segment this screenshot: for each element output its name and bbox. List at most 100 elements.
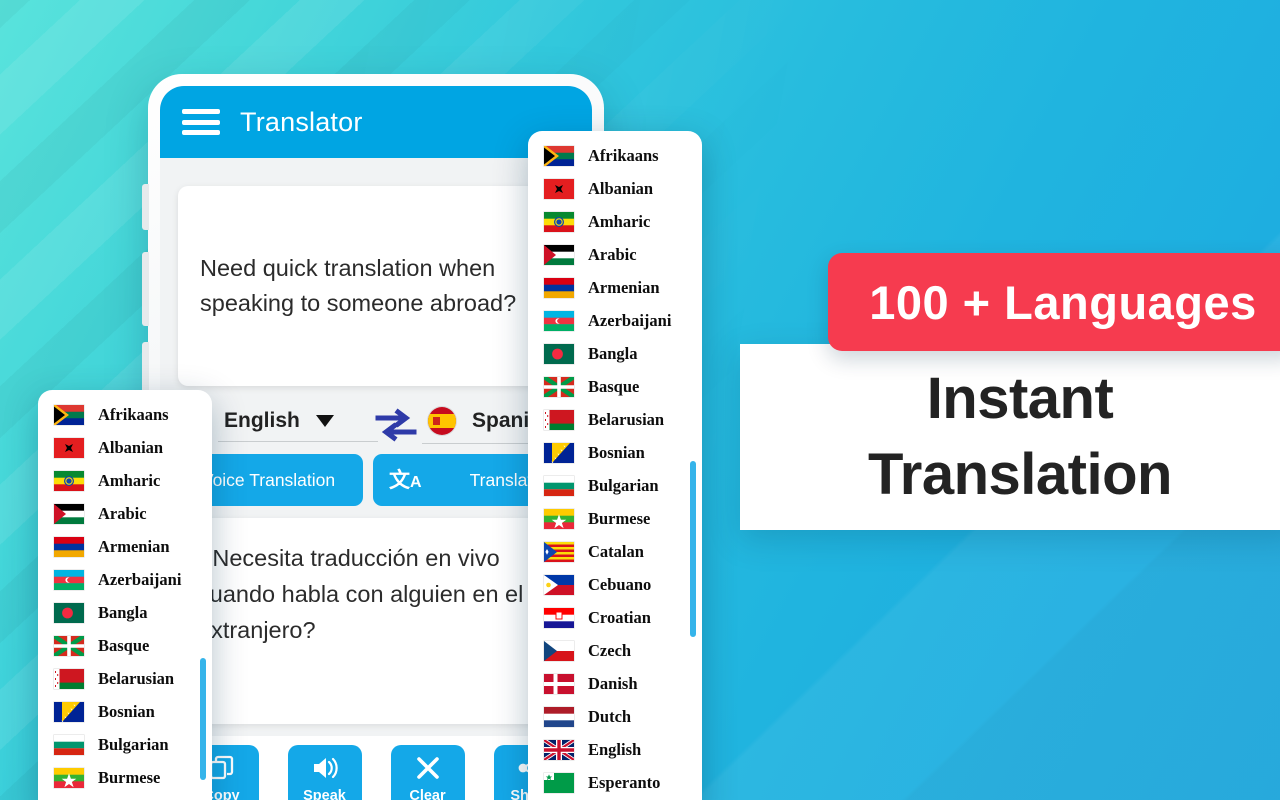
language-list-item[interactable]: Danish	[528, 667, 702, 700]
flag-eo-icon	[544, 772, 574, 793]
language-list-item[interactable]: Belarusian	[528, 403, 702, 436]
flag-mm-icon	[54, 767, 84, 788]
language-list-item[interactable]: Bulgarian	[38, 728, 212, 761]
flag-za-icon	[54, 404, 84, 425]
flag-gb-icon	[544, 739, 574, 760]
language-list-right[interactable]: Afrikaans Albanian Amharic Arabic Armenian Az…	[528, 131, 702, 799]
language-dropdown-right[interactable]: Afrikaans Albanian Amharic Arabic Armenian Az…	[528, 131, 702, 800]
phone-volume-up-button	[142, 252, 149, 326]
flag-spain-icon	[428, 406, 456, 435]
flag-et-icon	[544, 211, 574, 232]
language-list-item[interactable]: Catalan	[528, 535, 702, 568]
language-list-item-label: Amharic	[588, 211, 651, 231]
language-list-item-label: Azerbaijani	[588, 310, 672, 330]
promo-headline-line1: Instant	[926, 366, 1114, 431]
flag-ba-icon	[544, 442, 574, 463]
speak-button[interactable]: Speak	[287, 745, 362, 800]
language-list-item[interactable]: Belarusian	[38, 662, 212, 695]
language-list-item-label: Burmese	[588, 508, 651, 528]
flag-by-icon	[54, 668, 84, 689]
flag-by-icon	[544, 409, 574, 430]
language-list-item[interactable]: Armenian	[38, 530, 212, 563]
language-list-item[interactable]: Esperanto	[528, 766, 702, 799]
flag-ps-icon	[544, 244, 574, 265]
language-list-left[interactable]: Afrikaans Albanian Amharic Arabic Armenian Az…	[38, 390, 212, 794]
language-list-item[interactable]: Burmese	[38, 761, 212, 794]
language-list-item[interactable]: Bulgarian	[528, 469, 702, 502]
language-list-item-label: Arabic	[588, 244, 637, 264]
result-text-card[interactable]: ¿Necesita traducción en vivo cuando habl…	[174, 518, 578, 724]
language-list-item[interactable]: Bangla	[38, 596, 212, 629]
clear-button[interactable]: Clear	[390, 745, 465, 800]
language-dropdown-left[interactable]: Afrikaans Albanian Amharic Arabic Armenian Az…	[38, 390, 212, 800]
language-list-item-label: Arabic	[98, 503, 147, 523]
flag-za-icon	[544, 145, 574, 166]
copy-icon	[209, 755, 235, 781]
flag-al-icon	[544, 178, 574, 199]
source-language-label: English	[224, 408, 300, 432]
language-list-item-label: Afrikaans	[588, 145, 659, 165]
scrollbar-thumb-left[interactable]	[200, 658, 206, 780]
language-list-item[interactable]: Amharic	[38, 464, 212, 497]
language-list-item-label: Bulgarian	[98, 734, 169, 754]
flag-ph-icon	[544, 574, 574, 595]
language-list-item[interactable]: Azerbaijani	[528, 304, 702, 337]
flag-am-icon	[54, 536, 84, 557]
flag-bg-icon	[544, 475, 574, 496]
speak-label: Speak	[303, 787, 346, 800]
hamburger-menu-icon[interactable]	[182, 109, 220, 135]
language-list-item[interactable]: Armenian	[528, 271, 702, 304]
language-list-item-label: Bangla	[98, 602, 148, 622]
flag-hr-icon	[544, 607, 574, 628]
app-title: Translator	[240, 106, 363, 137]
flag-bg-icon	[54, 734, 84, 755]
language-list-item-label: Armenian	[588, 277, 660, 297]
language-list-item-label: Dutch	[588, 706, 632, 726]
flag-al-icon	[54, 437, 84, 458]
flag-az-icon	[54, 569, 84, 590]
swap-arrows-icon[interactable]	[374, 407, 418, 443]
language-list-item[interactable]: Bosnian	[528, 436, 702, 469]
flag-nl-icon	[544, 706, 574, 727]
language-list-item[interactable]: Arabic	[38, 497, 212, 530]
language-list-item[interactable]: Amharic	[528, 205, 702, 238]
language-list-item-label: Bulgarian	[588, 475, 659, 495]
language-list-item-label: Esperanto	[588, 772, 661, 792]
language-list-item[interactable]: Azerbaijani	[38, 563, 212, 596]
language-list-item[interactable]: Bangla	[528, 337, 702, 370]
language-list-item[interactable]: Czech	[528, 634, 702, 667]
language-list-item[interactable]: Burmese	[528, 502, 702, 535]
language-list-item[interactable]: English	[528, 733, 702, 766]
source-language-selector[interactable]: English	[218, 409, 378, 442]
flag-mm-icon	[544, 508, 574, 529]
language-list-item[interactable]: Albanian	[528, 172, 702, 205]
language-list-item-label: Albanian	[98, 437, 164, 457]
flag-eus-icon	[544, 376, 574, 397]
language-list-item[interactable]: Basque	[528, 370, 702, 403]
language-list-item[interactable]: Afrikaans	[38, 398, 212, 431]
language-list-item[interactable]: Basque	[38, 629, 212, 662]
flag-cat-icon	[544, 541, 574, 562]
translate-icon: 文A	[389, 468, 422, 492]
language-list-item[interactable]: Arabic	[528, 238, 702, 271]
flag-dk-icon	[544, 673, 574, 694]
language-list-item[interactable]: Afrikaans	[528, 139, 702, 172]
language-list-item-label: Croatian	[588, 607, 651, 627]
language-list-item[interactable]: Albanian	[38, 431, 212, 464]
language-list-item[interactable]: Dutch	[528, 700, 702, 733]
source-text-card[interactable]: Need quick translation when speaking to …	[178, 186, 574, 386]
clear-label: Clear	[409, 787, 446, 800]
language-list-item[interactable]: Cebuano	[528, 568, 702, 601]
scrollbar-thumb-right[interactable]	[690, 461, 696, 637]
language-list-item[interactable]: Croatian	[528, 601, 702, 634]
flag-am-icon	[544, 277, 574, 298]
language-list-item-label: Armenian	[98, 536, 170, 556]
promo-headline-line2: Translation	[868, 442, 1172, 507]
language-list-item-label: Basque	[98, 635, 150, 655]
language-list-item-label: Belarusian	[98, 668, 175, 688]
language-list-item[interactable]: Bosnian	[38, 695, 212, 728]
flag-cz-icon	[544, 640, 574, 661]
result-text: ¿Necesita traducción en vivo cuando habl…	[198, 545, 524, 643]
flag-bd-icon	[54, 602, 84, 623]
promo-headline-panel: Instant Translation	[740, 344, 1280, 530]
